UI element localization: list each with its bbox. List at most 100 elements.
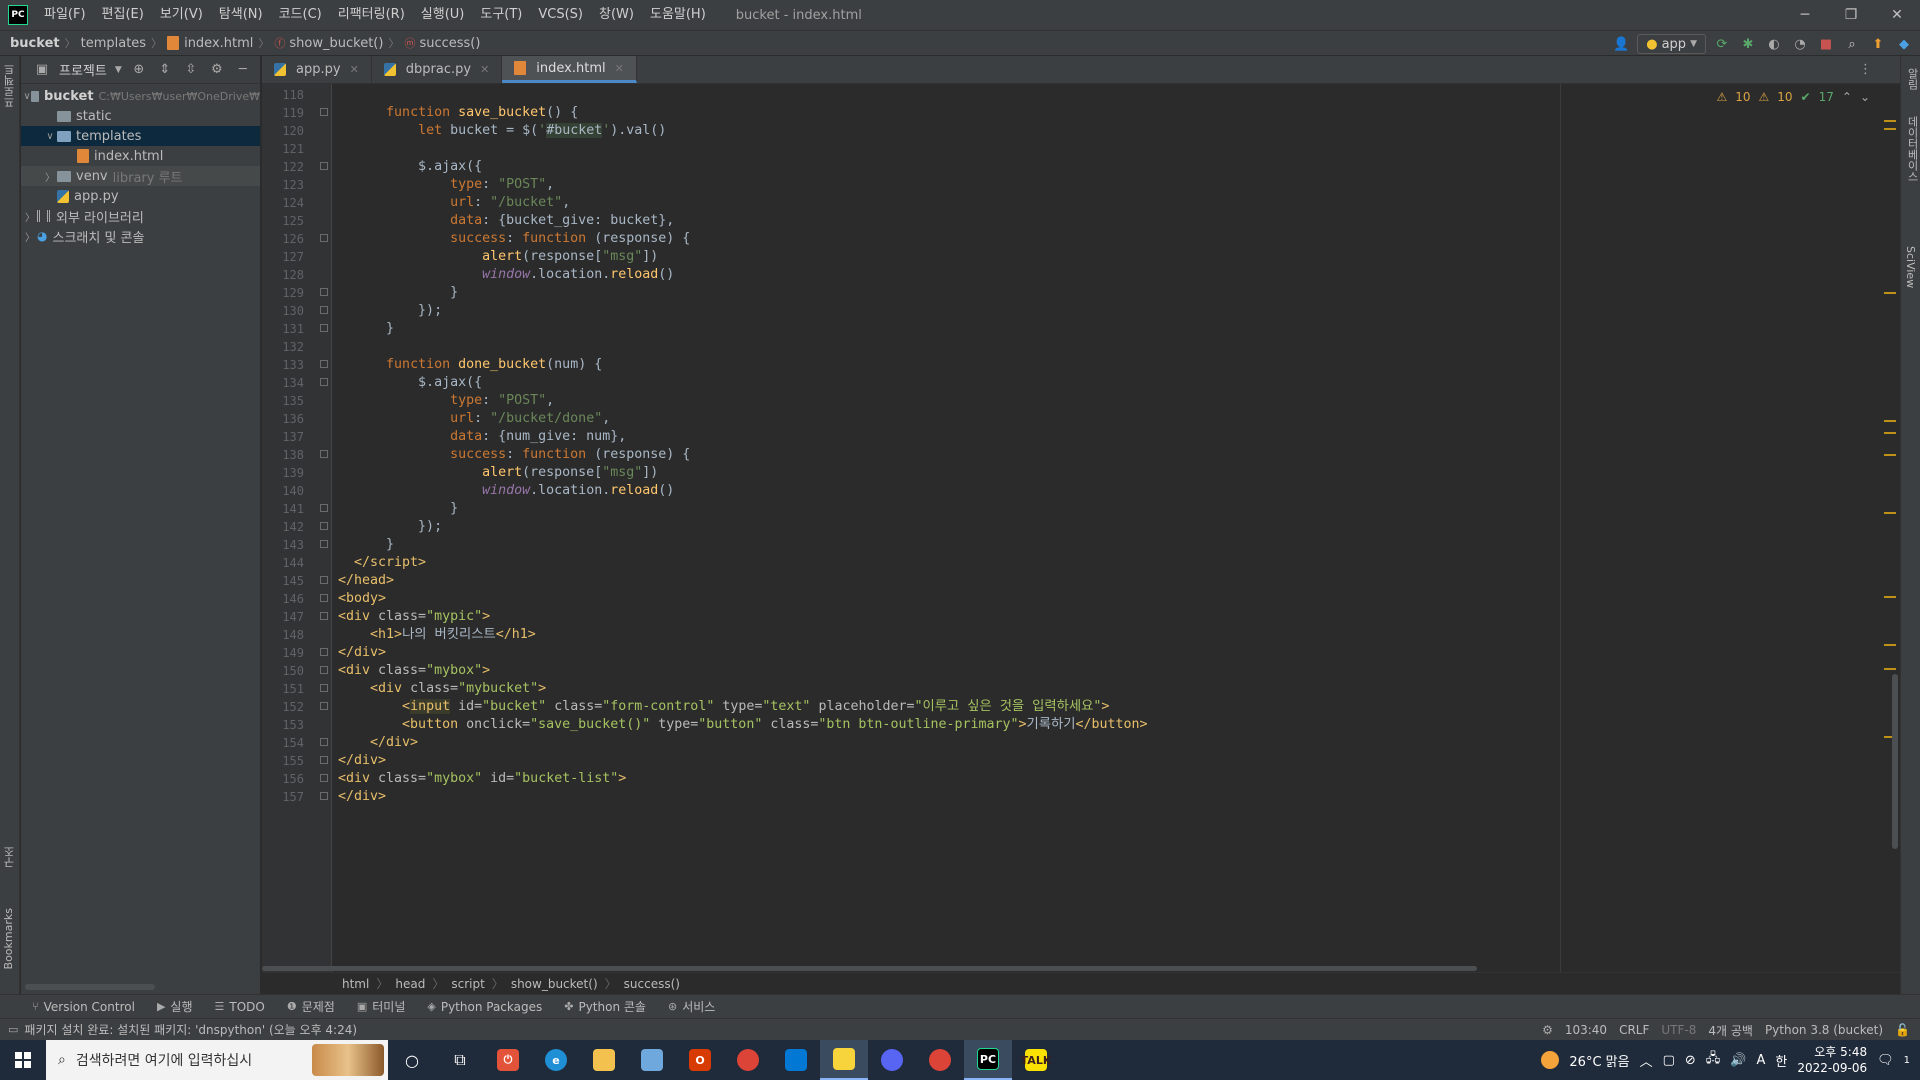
menu-help[interactable]: 도움말(H) <box>642 0 714 30</box>
fold-marker[interactable] <box>320 450 328 458</box>
tray-app-icon[interactable]: ▢ <box>1663 1053 1675 1068</box>
run-config-select[interactable]: ● app ▼ <box>1637 34 1706 54</box>
menu-vcs[interactable]: VCS(S) <box>530 0 591 30</box>
coverage-icon[interactable]: ◐ <box>1764 34 1784 54</box>
fold-marker[interactable] <box>320 108 328 116</box>
breadcrumb-item[interactable]: script <box>451 977 484 991</box>
fold-marker[interactable] <box>320 504 328 512</box>
sticky-notes-icon[interactable] <box>820 1040 868 1080</box>
breadcrumb-item[interactable]: head <box>395 977 425 991</box>
nav-crumb-folder[interactable]: templates <box>81 36 146 51</box>
status-message[interactable]: 패키지 설치 완료: 설치된 패키지: 'dnspython' (오늘 오후 4… <box>24 1021 357 1038</box>
discord-icon[interactable] <box>868 1040 916 1080</box>
tool-services[interactable]: ⊛ 서비스 <box>668 998 715 1015</box>
menu-window[interactable]: 창(W) <box>591 0 642 30</box>
store-icon[interactable] <box>772 1040 820 1080</box>
fold-marker[interactable] <box>320 576 328 584</box>
fold-marker[interactable] <box>320 306 328 314</box>
start-button[interactable] <box>0 1040 46 1080</box>
chevron-up-icon[interactable]: ⌃ <box>1842 90 1852 104</box>
chevron-up-icon[interactable]: ︿ <box>1640 1051 1653 1070</box>
tree-item-index-html[interactable]: index.html <box>21 146 260 166</box>
tool-run[interactable]: ▶ 실행 <box>157 998 193 1015</box>
pycharm-icon[interactable]: PC <box>964 1040 1012 1080</box>
file-explorer-icon[interactable] <box>580 1040 628 1080</box>
close-icon[interactable]: ✕ <box>480 63 489 76</box>
nav-crumb-method[interactable]: success() <box>419 36 480 51</box>
hide-icon[interactable]: ─ <box>234 61 252 79</box>
chevron-right-icon[interactable]: 〉 <box>43 169 57 184</box>
notification-center-icon[interactable]: 🗨 <box>1877 1053 1894 1068</box>
chevron-right-icon[interactable]: 〉 <box>23 209 37 224</box>
tool-terminal[interactable]: ▣ 터미널 <box>357 998 406 1015</box>
menu-file[interactable]: 파일(F) <box>36 0 94 30</box>
database-tool-button[interactable]: 데이터베이스 <box>1904 116 1920 182</box>
chevron-down-icon[interactable]: ▼ <box>115 65 122 75</box>
breadcrumb-item[interactable]: html <box>342 977 369 991</box>
fold-marker[interactable] <box>320 234 328 242</box>
code-line[interactable]: let bucket = $('#bucket').val() <box>338 120 666 142</box>
python-interpreter[interactable]: Python 3.8 (bucket) <box>1765 1023 1883 1037</box>
fold-marker[interactable] <box>320 666 328 674</box>
office-icon[interactable]: O <box>676 1040 724 1080</box>
fold-marker[interactable] <box>320 702 328 710</box>
fold-marker[interactable] <box>320 648 328 656</box>
tab-dbprac-py[interactable]: dbprac.py ✕ <box>372 56 503 83</box>
panel-toggle-icon[interactable]: ▭ <box>8 1023 18 1036</box>
fold-marker[interactable] <box>320 378 328 386</box>
notifications-tool-button[interactable]: 알림 <box>1904 68 1920 90</box>
power-app-icon[interactable]: ⏻ <box>484 1040 532 1080</box>
fold-marker[interactable] <box>320 792 328 800</box>
task-view-icon[interactable]: ⧉ <box>436 1040 484 1080</box>
line-separator[interactable]: CRLF <box>1619 1023 1649 1037</box>
tree-item-venv[interactable]: 〉 venv library 루트 <box>21 166 260 186</box>
debug-icon[interactable]: ✱ <box>1738 34 1758 54</box>
fold-marker[interactable] <box>320 612 328 620</box>
pycharm-logo-icon[interactable]: PC <box>8 5 28 25</box>
tool-python-console[interactable]: ✤ Python 콘솔 <box>564 998 646 1015</box>
structure-tool-button[interactable]: 구조 <box>2 846 18 868</box>
nav-crumb-function[interactable]: show_bucket() <box>289 36 383 51</box>
sciview-tool-button[interactable]: SciView <box>1904 246 1917 288</box>
menu-edit[interactable]: 편집(E) <box>94 0 152 30</box>
menu-refactor[interactable]: 리팩터링(R) <box>330 0 413 30</box>
project-panel-title[interactable]: 프로젝트 <box>59 60 107 79</box>
kakaotalk-icon[interactable]: TALK <box>1012 1040 1060 1080</box>
locate-icon[interactable]: ⊕ <box>130 61 148 79</box>
code-editor[interactable]: 118 119 120 121 122 123 124 125 126 127 128 129 130 1… <box>262 84 1900 972</box>
clock[interactable]: 오후 5:48 2022-09-06 <box>1797 1044 1867 1076</box>
menu-tools[interactable]: 도구(T) <box>472 0 530 30</box>
fold-marker[interactable] <box>320 324 328 332</box>
bookmarks-tool-button[interactable]: Bookmarks <box>2 908 15 969</box>
stop-icon[interactable]: ■ <box>1816 34 1836 54</box>
more-tabs-icon[interactable]: ⋮ <box>1859 62 1872 77</box>
fold-marker[interactable] <box>320 774 328 782</box>
close-window-button[interactable]: ✕ <box>1874 0 1920 30</box>
fold-marker[interactable] <box>320 738 328 746</box>
chevron-down-icon[interactable]: ∨ <box>43 131 57 142</box>
weather-text[interactable]: 26°C 맑음 <box>1569 1051 1629 1070</box>
weather-sun-icon[interactable] <box>1541 1051 1560 1069</box>
menu-navigate[interactable]: 탐색(N) <box>211 0 271 30</box>
vertical-scrollbar[interactable] <box>1892 674 1898 849</box>
tree-item-scratches[interactable]: 〉 ◕ 스크래치 및 콘솔 <box>21 226 260 246</box>
code-line[interactable]: <button onclick="save_bucket()" type="bu… <box>338 714 1148 736</box>
app-icon[interactable] <box>628 1040 676 1080</box>
plugin-icon[interactable]: ◆ <box>1894 34 1914 54</box>
breadcrumb-item[interactable]: show_bucket() <box>511 977 598 991</box>
profile-icon[interactable]: ◔ <box>1790 34 1810 54</box>
maximize-button[interactable]: ❐ <box>1828 0 1874 30</box>
chevron-right-icon[interactable]: 〉 <box>23 229 37 244</box>
expand-all-icon[interactable]: ⇕ <box>156 61 174 79</box>
fold-marker[interactable] <box>320 540 328 548</box>
chrome-icon[interactable] <box>724 1040 772 1080</box>
horizontal-scrollbar[interactable] <box>25 984 155 990</box>
indent-setting[interactable]: 4개 공백 <box>1708 1022 1753 1039</box>
cortana-icon[interactable]: ○ <box>388 1040 436 1080</box>
file-encoding[interactable]: UTF-8 <box>1661 1023 1696 1037</box>
fold-marker[interactable] <box>320 522 328 530</box>
tree-item-static[interactable]: static <box>21 106 260 126</box>
inspection-widget[interactable]: ⚠ 10 ⚠ 10 ✔ 17 ⌃ ⌄ <box>1716 90 1870 104</box>
tool-version-control[interactable]: ⑂ Version Control <box>32 1000 135 1014</box>
nav-crumb-project[interactable]: bucket <box>10 36 60 51</box>
